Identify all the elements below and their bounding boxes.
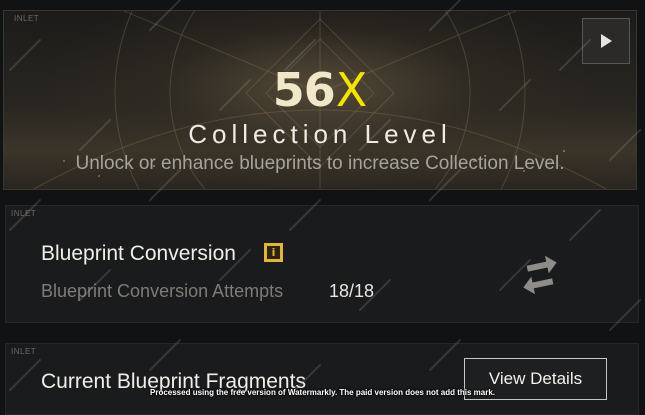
inlet-tag: INLET: [11, 347, 37, 356]
blueprint-conversion-card: INLET Blueprint Conversion i Blueprint C…: [5, 205, 639, 323]
swap-arrows-icon[interactable]: [519, 252, 561, 294]
info-icon-glyph: i: [267, 246, 280, 259]
inlet-tag: INLET: [11, 209, 37, 218]
blueprint-conversion-title: Blueprint Conversion: [41, 242, 236, 265]
conversion-attempts-label: Blueprint Conversion Attempts: [41, 281, 284, 301]
watermark-notice: Processed using the free version of Wate…: [150, 388, 495, 397]
inlet-tag: INLET: [14, 14, 40, 23]
conversion-attempts-value: 18/18: [329, 281, 375, 301]
collection-level-subtitle: Unlock or enhance blueprints to increase…: [75, 153, 565, 174]
play-triangle-icon: [601, 34, 612, 48]
collection-level-banner: INLET 56X Collection Level Unlock or enh…: [3, 10, 637, 190]
level-mark: X: [335, 63, 368, 117]
blueprint-fragments-card: INLET Current Blueprint Fragments View D…: [5, 343, 639, 415]
info-icon[interactable]: i: [264, 243, 283, 262]
play-button[interactable]: [582, 18, 630, 64]
collection-level-title: Collection Level: [188, 119, 452, 149]
level-number: 56: [272, 63, 336, 117]
collection-level-value: 56X: [4, 63, 636, 121]
